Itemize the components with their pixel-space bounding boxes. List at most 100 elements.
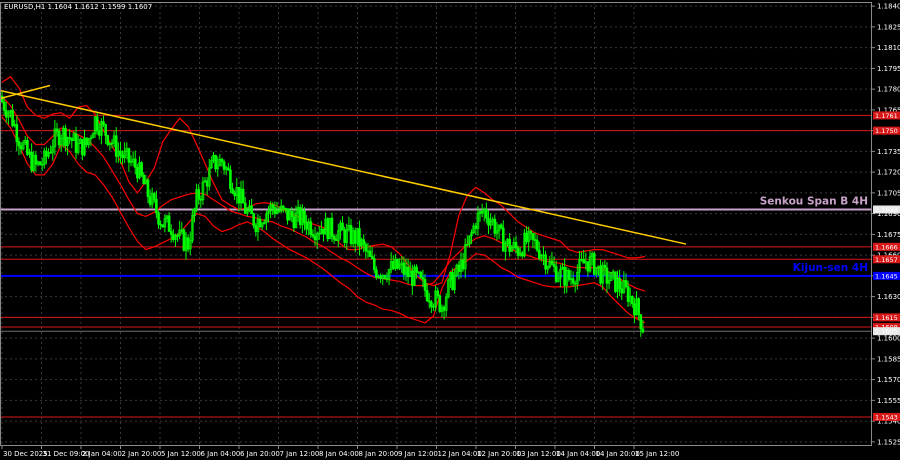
x-tick-label: 6 Jan 20:00 — [240, 450, 280, 458]
candle-body — [74, 133, 78, 153]
candle-body — [243, 202, 247, 214]
candle-body — [618, 277, 621, 290]
x-tick-label: 12 Jan 04:00 — [438, 450, 482, 458]
candle-body — [277, 210, 281, 212]
candle-body — [146, 179, 150, 198]
chart-background — [0, 0, 900, 460]
candle-body — [582, 259, 585, 264]
candle-body — [273, 207, 277, 214]
level-label: 1.1543 — [875, 413, 898, 421]
level-label: 1.1693 — [875, 206, 898, 214]
candle-body — [364, 244, 368, 252]
candle-body — [368, 250, 372, 257]
x-tick-label: 7 Jan 12:00 — [280, 450, 320, 458]
candle-body — [383, 274, 387, 279]
candle-body — [121, 154, 124, 159]
candle-body — [114, 135, 118, 157]
candle-body — [229, 169, 232, 190]
candle-body — [241, 188, 245, 204]
candle-body — [140, 162, 143, 176]
candle-body — [17, 141, 21, 147]
candle-body — [26, 139, 29, 155]
candle-body — [586, 261, 590, 272]
candle-body — [252, 213, 256, 226]
candle-body — [161, 224, 165, 228]
candle-body — [271, 204, 275, 208]
candle-body — [385, 277, 389, 280]
candle-body — [142, 174, 146, 185]
y-tick-label: 1.1585 — [877, 355, 900, 363]
candle-body — [167, 215, 171, 232]
candle-body — [487, 217, 490, 226]
candle-body — [34, 155, 38, 165]
candle-body — [567, 270, 571, 280]
candle-body — [68, 137, 71, 139]
candle-body — [45, 150, 48, 157]
candle-body — [402, 262, 406, 275]
candle-body — [436, 290, 440, 296]
x-tick-label: 8 Jan 04:00 — [319, 450, 359, 458]
candle-body — [499, 224, 503, 229]
candle-body — [442, 306, 446, 311]
candle-body — [197, 189, 201, 200]
x-tick-label: 13 Jan 12:00 — [517, 450, 561, 458]
y-tick-label: 1.1705 — [877, 189, 900, 197]
candle-body — [19, 145, 23, 150]
candle-body — [222, 161, 226, 170]
y-tick-label: 1.1720 — [877, 169, 900, 177]
x-tick-label: 2 Jan 04:00 — [82, 450, 122, 458]
candle-body — [521, 252, 524, 257]
candle-body — [425, 290, 429, 302]
x-tick-label: 14 Jan 20:00 — [596, 450, 640, 458]
candle-body — [525, 232, 528, 243]
x-tick-label: 6 Jan 04:00 — [201, 450, 241, 458]
candle-body — [396, 258, 399, 269]
candle-body — [102, 121, 105, 125]
candle-body — [421, 277, 425, 280]
candle-body — [529, 230, 533, 234]
candle-body — [298, 207, 302, 226]
annotation-label: Senkou Span B 4H — [760, 195, 868, 207]
candle-body — [624, 280, 628, 287]
candle-body — [430, 301, 433, 308]
level-label: 1.1657 — [875, 256, 898, 264]
candle-body — [4, 110, 8, 118]
candle-body — [95, 116, 99, 131]
candle-body — [152, 193, 156, 200]
level-label: 1.1645 — [875, 272, 898, 280]
candle-body — [334, 239, 338, 241]
candle-body — [501, 227, 505, 252]
candle-body — [127, 148, 131, 163]
candle-body — [508, 238, 511, 252]
y-tick-label: 1.1525 — [877, 438, 900, 446]
candle-body — [427, 300, 431, 303]
candle-body — [379, 275, 382, 279]
candle-body — [552, 264, 556, 267]
candle-body — [451, 272, 454, 290]
candle-body — [205, 180, 209, 187]
candle-body — [70, 138, 74, 141]
x-tick-label: 12 Jan 20:00 — [477, 450, 521, 458]
candle-body — [282, 205, 285, 209]
candle-body — [97, 130, 101, 136]
candle-body — [106, 135, 110, 146]
candle-body — [493, 218, 497, 234]
candle-body — [614, 271, 617, 292]
candle-body — [358, 228, 361, 247]
candle-body — [531, 233, 535, 240]
candle-body — [313, 235, 317, 241]
candle-body — [311, 234, 315, 237]
candle-body — [258, 218, 262, 228]
candle-body — [220, 158, 224, 163]
candle-body — [423, 278, 427, 291]
candle-body — [353, 230, 357, 244]
candle-body — [563, 266, 566, 286]
candle-body — [309, 221, 313, 235]
candle-body — [372, 258, 376, 270]
candle-body — [370, 256, 374, 259]
candle-body — [535, 239, 539, 251]
price-chart[interactable]: 1.18401.18251.18101.17951.17801.17651.17… — [0, 0, 900, 460]
level-label: 1.1615 — [875, 314, 898, 322]
candle-body — [639, 314, 643, 330]
y-tick-label: 1.1630 — [877, 293, 900, 301]
